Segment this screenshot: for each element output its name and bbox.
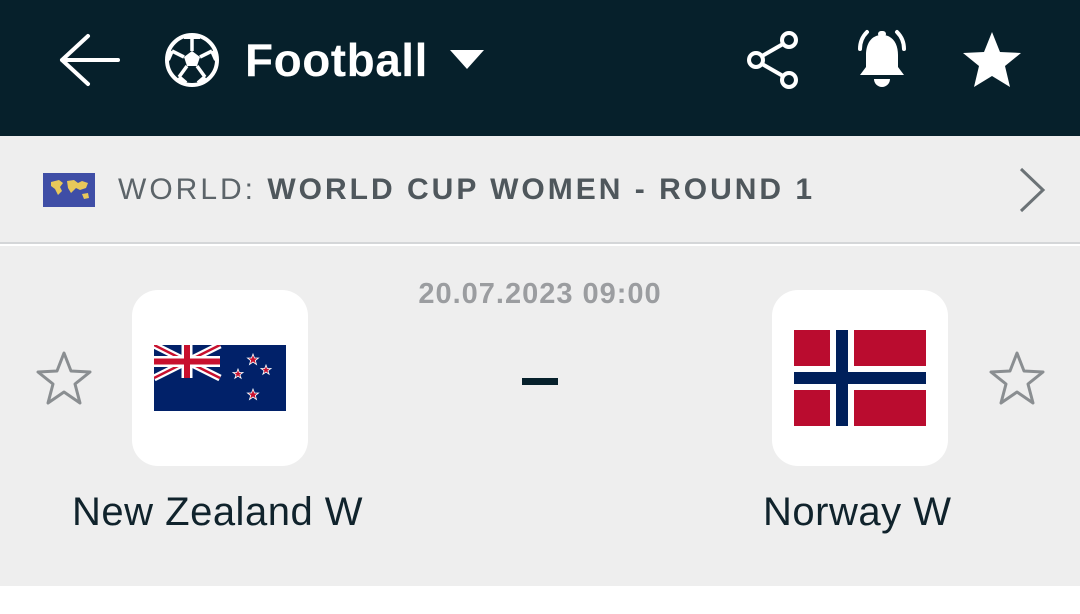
- world-flag-icon: [43, 173, 95, 207]
- away-team-name[interactable]: Norway W: [763, 490, 951, 535]
- chevron-right-icon: [1019, 167, 1046, 213]
- favorite-away-star-icon[interactable]: [988, 350, 1046, 408]
- score-separator: [522, 378, 558, 385]
- league-row[interactable]: WORLD: WORLD CUP WOMEN - ROUND 1: [0, 136, 1080, 244]
- league-competition: WORLD CUP WOMEN - ROUND 1: [267, 173, 816, 206]
- league-country: WORLD:: [118, 173, 268, 206]
- favorite-home-star-icon[interactable]: [35, 350, 93, 408]
- top-app-bar: Football: [0, 0, 1080, 136]
- new-zealand-flag: [154, 345, 286, 411]
- league-title: WORLD: WORLD CUP WOMEN - ROUND 1: [118, 172, 815, 208]
- bell-ringing-icon[interactable]: [852, 29, 912, 89]
- share-icon[interactable]: [746, 31, 800, 89]
- home-team-logo[interactable]: [132, 290, 308, 466]
- sport-label: Football: [245, 34, 428, 86]
- match-header: 20.07.2023 09:00 New Zealand W Norway W: [0, 246, 1080, 586]
- sport-selector[interactable]: Football: [164, 32, 484, 88]
- bottom-area: [0, 586, 1080, 614]
- away-team-logo[interactable]: [772, 290, 948, 466]
- star-filled-icon[interactable]: [961, 30, 1023, 90]
- norway-flag: [794, 330, 926, 426]
- home-team-name[interactable]: New Zealand W: [72, 490, 363, 535]
- back-arrow-icon[interactable]: [58, 33, 120, 87]
- caret-down-icon: [449, 50, 484, 69]
- football-icon: [165, 33, 219, 87]
